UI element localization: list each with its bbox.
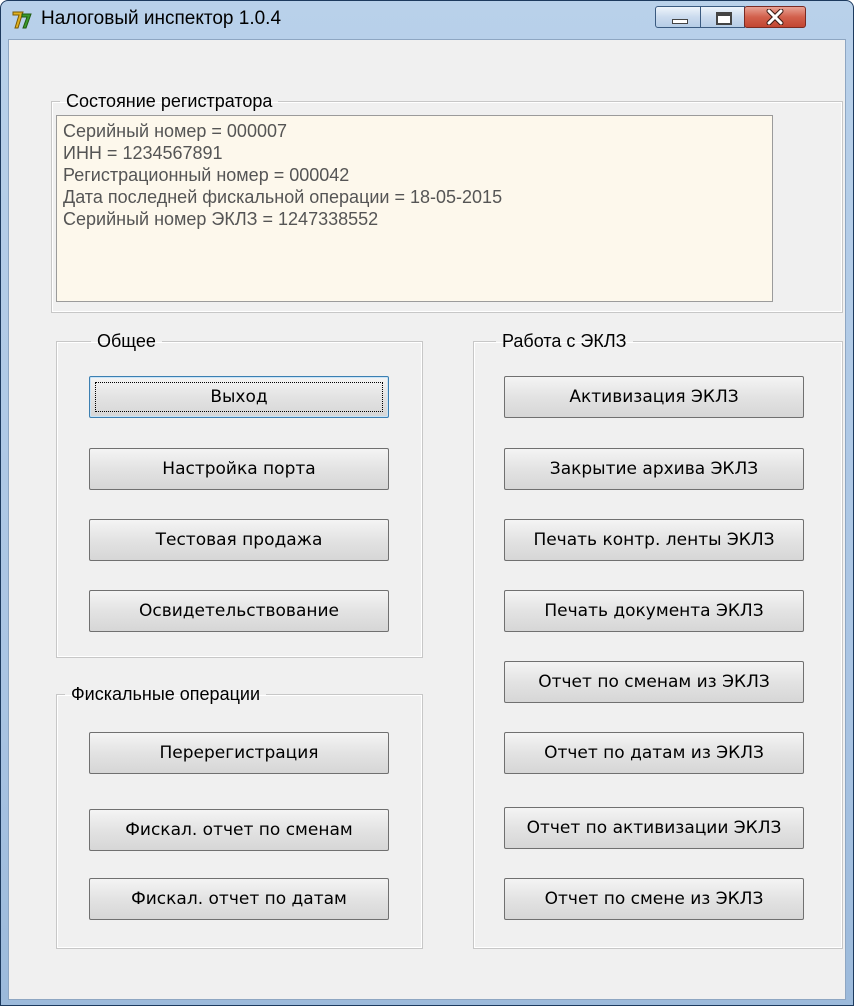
eklz-activation-report-button[interactable]: Отчет по активизации ЭКЛЗ [504, 807, 804, 849]
test-sale-button[interactable]: Тестовая продажа [89, 519, 389, 561]
maximize-button[interactable] [700, 6, 745, 28]
eklz-report-by-shifts-button[interactable]: Отчет по сменам из ЭКЛЗ [504, 661, 804, 703]
fiscal-report-by-dates-button[interactable]: Фискал. отчет по датам [89, 878, 389, 920]
eklz-print-control-tape-button[interactable]: Печать контр. ленты ЭКЛЗ [504, 519, 804, 561]
status-line: Серийный номер = 000007 [63, 121, 287, 141]
eklz-close-archive-button[interactable]: Закрытие архива ЭКЛЗ [504, 448, 804, 490]
app-window: Налоговый инспектор 1.0.4 Состояние реги… [0, 0, 854, 1006]
eklz-group: Работа с ЭКЛЗ [473, 331, 843, 949]
certification-button[interactable]: Освидетельствование [89, 590, 389, 632]
minimize-button[interactable] [655, 6, 701, 28]
status-line: Серийный номер ЭКЛЗ = 1247338552 [63, 209, 379, 229]
title-bar[interactable]: Налоговый инспектор 1.0.4 [1, 1, 853, 35]
minimize-icon [672, 19, 688, 24]
registrar-legend: Состояние регистратора [66, 91, 273, 111]
eklz-legend: Работа с ЭКЛЗ [502, 331, 627, 351]
eklz-shift-report-button[interactable]: Отчет по смене из ЭКЛЗ [504, 878, 804, 920]
fiscal-legend: Фискальные операции [71, 684, 260, 704]
status-line: Дата последней фискальной операции = 18-… [63, 187, 503, 207]
close-button[interactable] [744, 6, 806, 28]
close-icon [766, 9, 784, 25]
fiscal-report-by-shifts-button[interactable]: Фискал. отчет по сменам [89, 809, 389, 851]
maximize-icon [716, 12, 732, 25]
app-icon [11, 8, 33, 30]
focus-ring [95, 382, 383, 412]
window-title: Налоговый инспектор 1.0.4 [41, 8, 282, 29]
exit-button[interactable]: Выход [89, 376, 389, 418]
general-legend: Общее [97, 331, 156, 351]
registrar-status-text[interactable]: Серийный номер = 000007 ИНН = 1234567891… [56, 115, 773, 302]
status-line: Регистрационный номер = 000042 [63, 165, 350, 185]
eklz-report-by-dates-button[interactable]: Отчет по датам из ЭКЛЗ [504, 732, 804, 774]
eklz-activation-button[interactable]: Активизация ЭКЛЗ [504, 376, 804, 418]
reregistration-button[interactable]: Перерегистрация [89, 732, 389, 774]
eklz-print-document-button[interactable]: Печать документа ЭКЛЗ [504, 590, 804, 632]
port-settings-button[interactable]: Настройка порта [89, 448, 389, 490]
status-line: ИНН = 1234567891 [63, 143, 223, 163]
